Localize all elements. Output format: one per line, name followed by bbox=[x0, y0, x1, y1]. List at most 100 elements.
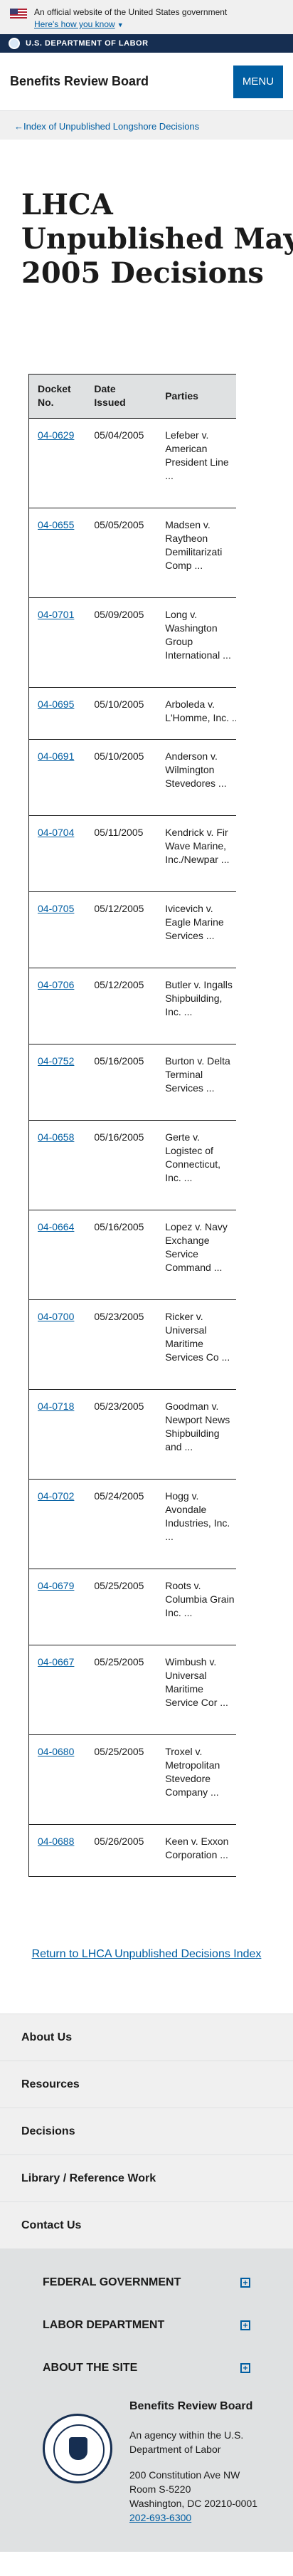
docket-link[interactable]: 04-0664 bbox=[38, 1221, 74, 1232]
column-header-parties: Parties bbox=[156, 374, 236, 419]
parties-line: Wimbush v. bbox=[165, 1656, 217, 1667]
footer-nav-resources[interactable]: Resources bbox=[0, 2061, 293, 2108]
parties-line: ... bbox=[165, 470, 174, 481]
accordion-about-the-site[interactable]: ABOUT THE SITE + bbox=[21, 2347, 272, 2389]
parties-line: Group bbox=[165, 636, 193, 647]
table-row: 04-0705 05/12/2005 Ivicevich v. Eagle Marin… bbox=[28, 891, 236, 968]
cell-docket: 04-0667 bbox=[28, 1645, 86, 1735]
table-row: 04-0680 05/25/2005 Troxel v. Metropolitan St… bbox=[28, 1734, 236, 1825]
dol-bar-text[interactable]: U.S. DEPARTMENT OF LABOR bbox=[26, 39, 149, 48]
cell-date: 05/04/2005 bbox=[85, 418, 157, 508]
heres-how-you-know-label[interactable]: Here's how you know bbox=[34, 19, 115, 29]
footer-nav-contact-us[interactable]: Contact Us bbox=[0, 2201, 293, 2248]
cell-parties: Madsen v. Raytheon Demilitarizati Comp ... bbox=[156, 508, 236, 598]
docket-link[interactable]: 04-0679 bbox=[38, 1580, 74, 1591]
parties-line: L'Homme, Inc. ... bbox=[165, 712, 236, 723]
cell-parties: Wimbush v. Universal Maritime Service Cor .… bbox=[156, 1645, 236, 1735]
cell-date: 05/05/2005 bbox=[85, 508, 157, 598]
cell-parties: Burton v. Delta Terminal Services ... bbox=[156, 1044, 236, 1121]
docket-link[interactable]: 04-0752 bbox=[38, 1055, 74, 1067]
agency-phone-link[interactable]: 202-693-6300 bbox=[129, 2512, 191, 2523]
parties-line: President Line bbox=[165, 456, 229, 468]
header-line: No. bbox=[38, 397, 54, 408]
parties-line: and ... bbox=[165, 1441, 193, 1452]
table-row: 04-0655 05/05/2005 Madsen v. Raytheon Demili… bbox=[28, 508, 236, 598]
accordion-federal-government[interactable]: FEDERAL GOVERNMENT + bbox=[21, 2261, 272, 2304]
menu-button[interactable]: MENU bbox=[233, 65, 283, 98]
plus-icon[interactable]: + bbox=[240, 2278, 250, 2288]
docket-link[interactable]: 04-0705 bbox=[38, 903, 74, 914]
parties-line: Anderson v. bbox=[165, 750, 218, 762]
site-title[interactable]: Benefits Review Board bbox=[10, 74, 149, 89]
docket-link[interactable]: 04-0718 bbox=[38, 1400, 74, 1412]
table-row: 04-0701 05/09/2005 Long v. Washington Group I… bbox=[28, 597, 236, 688]
table-row: 04-0667 05/25/2005 Wimbush v. Universal Mari… bbox=[28, 1645, 236, 1735]
parties-line: International ... bbox=[165, 649, 231, 661]
cell-docket: 04-0705 bbox=[28, 891, 86, 968]
docket-link[interactable]: 04-0706 bbox=[38, 979, 74, 990]
table-body: 04-0629 05/04/2005 Lefeber v. American Presi… bbox=[28, 418, 236, 1877]
docket-link[interactable]: 04-0695 bbox=[38, 698, 74, 710]
docket-link[interactable]: 04-0688 bbox=[38, 1836, 74, 1847]
header-line: Docket bbox=[38, 383, 71, 394]
footer-nav-decisions[interactable]: Decisions bbox=[0, 2108, 293, 2154]
parties-line: Wilmington bbox=[165, 764, 215, 775]
docket-link[interactable]: 04-0700 bbox=[38, 1311, 74, 1322]
docket-link[interactable]: 04-0691 bbox=[38, 750, 74, 762]
cell-docket: 04-0702 bbox=[28, 1479, 86, 1569]
cell-date: 05/25/2005 bbox=[85, 1569, 157, 1645]
table-row: 04-0700 05/23/2005 Ricker v. Universal Marit… bbox=[28, 1299, 236, 1390]
heres-how-you-know-link[interactable]: Here's how you know ▼ bbox=[34, 19, 124, 31]
accordion-label[interactable]: LABOR DEPARTMENT bbox=[43, 2319, 164, 2332]
parties-line: Shipbuilding bbox=[165, 1428, 220, 1439]
parties-line: Madsen v. bbox=[165, 519, 211, 530]
cell-docket: 04-0664 bbox=[28, 1210, 86, 1300]
gov-banner: An official website of the United States… bbox=[0, 0, 293, 34]
agency-name: Benefits Review Board bbox=[129, 2400, 253, 2412]
docket-link[interactable]: 04-0658 bbox=[38, 1131, 74, 1143]
docket-link[interactable]: 04-0655 bbox=[38, 519, 74, 530]
footer-nav: About Us Resources Decisions Library / R… bbox=[0, 2014, 293, 2248]
parties-line: Keen v. Exxon bbox=[165, 1836, 229, 1847]
return-to-index-link[interactable]: Return to LHCA Unpublished Decisions Ind… bbox=[28, 1945, 265, 1964]
table-row: 04-0679 05/25/2005 Roots v. Columbia Grain I… bbox=[28, 1569, 236, 1645]
parties-line: Company ... bbox=[165, 1786, 219, 1798]
agency-info: Benefits Review Board An agency within t… bbox=[129, 2399, 272, 2525]
parties-line: Avondale bbox=[165, 1504, 207, 1515]
parties-line: Corporation ... bbox=[165, 1849, 228, 1860]
agency-address-line: Washington, DC 20210-0001 bbox=[129, 2498, 258, 2509]
docket-link[interactable]: 04-0629 bbox=[38, 429, 74, 441]
cell-docket: 04-0701 bbox=[28, 597, 86, 688]
cell-date: 05/23/2005 bbox=[85, 1389, 157, 1480]
docket-link[interactable]: 04-0680 bbox=[38, 1746, 74, 1757]
parties-line: Burton v. Delta bbox=[165, 1055, 230, 1067]
accordion-label[interactable]: FEDERAL GOVERNMENT bbox=[43, 2276, 181, 2289]
dol-seal-icon[interactable] bbox=[43, 2414, 112, 2483]
accordion-label[interactable]: ABOUT THE SITE bbox=[43, 2362, 137, 2375]
docket-link[interactable]: 04-0702 bbox=[38, 1490, 74, 1502]
parties-line: Raytheon bbox=[165, 533, 208, 544]
agency-address-line: Room S-5220 bbox=[129, 2483, 191, 2495]
docket-link[interactable]: 04-0667 bbox=[38, 1656, 74, 1667]
plus-icon[interactable]: + bbox=[240, 2320, 250, 2330]
cell-parties: Long v. Washington Group International ... bbox=[156, 597, 236, 688]
docket-link[interactable]: 04-0701 bbox=[38, 609, 74, 620]
footer-nav-about-us[interactable]: About Us bbox=[0, 2014, 293, 2061]
footer-nav-library[interactable]: Library / Reference Work bbox=[0, 2154, 293, 2201]
parties-line: Service Cor ... bbox=[165, 1697, 228, 1708]
decisions-table-container[interactable]: Docket No. Date Issued Parties 04-0629 05/0… bbox=[28, 374, 236, 1877]
accordion-labor-department[interactable]: LABOR DEPARTMENT + bbox=[21, 2304, 272, 2347]
cell-date: 05/11/2005 bbox=[85, 815, 157, 892]
breadcrumb-back-link[interactable]: ←Index of Unpublished Longshore Decision… bbox=[14, 121, 199, 132]
parties-line: Lefeber v. bbox=[165, 429, 209, 441]
parties-line: Inc. ... bbox=[165, 1607, 193, 1618]
cell-parties: Ricker v. Universal Maritime Services Co ..… bbox=[156, 1299, 236, 1390]
cell-parties: Lopez v. Navy Exchange Service Command ... bbox=[156, 1210, 236, 1300]
docket-link[interactable]: 04-0704 bbox=[38, 827, 74, 838]
cell-parties: Goodman v. Newport News Shipbuilding and ..… bbox=[156, 1389, 236, 1480]
cell-docket: 04-0718 bbox=[28, 1389, 86, 1480]
cell-date: 05/12/2005 bbox=[85, 968, 157, 1044]
parties-line: Services ... bbox=[165, 930, 215, 941]
plus-icon[interactable]: + bbox=[240, 2363, 250, 2373]
gov-banner-text: An official website of the United States… bbox=[34, 7, 228, 17]
